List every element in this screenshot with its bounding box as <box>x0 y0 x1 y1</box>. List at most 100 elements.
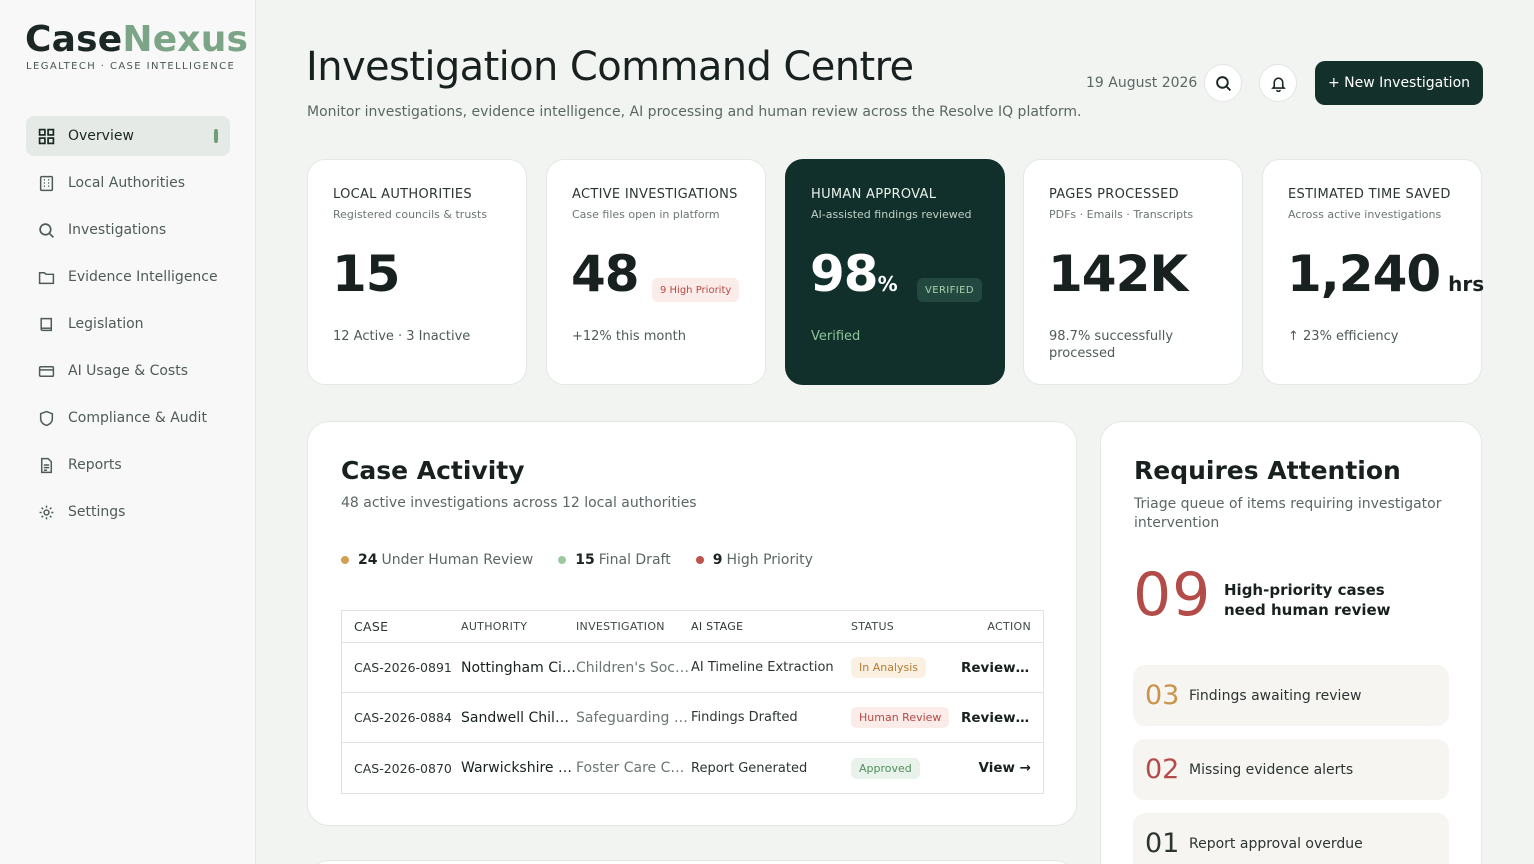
investigation-cell: Foster Care Com… <box>576 760 691 776</box>
case-activity-title: Case Activity <box>341 456 525 485</box>
status-badge: Human Review <box>851 707 950 728</box>
high-priority-count: 09 <box>1133 560 1212 630</box>
authority-cell: Sandwell Childr… <box>461 709 576 726</box>
kpi-value: 98% <box>810 244 898 304</box>
search-button[interactable] <box>1204 64 1242 102</box>
case-activity-subtitle: 48 active investigations across 12 local… <box>341 495 697 511</box>
document-icon <box>38 457 55 474</box>
page-subtitle: Monitor investigations, evidence intelli… <box>307 104 1082 120</box>
sidebar-item-label: Overview <box>68 128 134 144</box>
column-header-case[interactable]: CASE <box>342 619 461 634</box>
shield-icon <box>38 410 55 427</box>
legend-under-human-review[interactable]: 24 Under Human Review <box>341 552 533 568</box>
attention-item-report-overdue[interactable]: 01 Report approval overdue <box>1133 813 1449 864</box>
review-link[interactable]: Review → <box>961 710 1043 726</box>
sidebar-item-ai-usage-costs[interactable]: AI Usage & Costs <box>26 351 230 391</box>
legend-count: 24 <box>358 552 378 568</box>
sidebar-item-label: Investigations <box>68 222 167 238</box>
kpi-card-local-authorities[interactable]: LOCAL AUTHORITIES Registered councils & … <box>307 159 527 385</box>
high-priority-text[interactable]: High-priority cases need human review <box>1224 580 1424 620</box>
sidebar-item-legislation[interactable]: Legislation <box>26 304 230 344</box>
kpi-value-number: 1,240 <box>1287 245 1441 303</box>
kpi-title: ACTIVE INVESTIGATIONS <box>572 187 738 202</box>
case-id: CAS-2026-0870 <box>354 760 452 776</box>
table-header: CASE AUTHORITY INVESTIGATION AI STAGE ST… <box>342 611 1043 643</box>
kpi-card-human-approval[interactable]: HUMAN APPROVAL AI-assisted findings revi… <box>785 159 1005 385</box>
investigation-cell: Safeguarding Re… <box>576 709 691 726</box>
building-icon <box>38 175 55 192</box>
legend-dot <box>695 556 704 564</box>
attention-item-missing-evidence[interactable]: 02 Missing evidence alerts <box>1133 739 1449 800</box>
investigation-cell: Children's Social… <box>576 659 691 676</box>
legend-label: High Priority <box>726 552 813 568</box>
table-row[interactable]: CAS-2026-0891 Nottingham City… Children'… <box>342 643 1043 693</box>
sidebar-item-label: Local Authorities <box>68 175 186 191</box>
search-icon <box>38 222 55 239</box>
sidebar-item-label: Settings <box>68 504 126 520</box>
kpi-value: 1,240 hrs <box>1287 244 1484 304</box>
requires-attention-subtitle: Triage queue of items requiring investig… <box>1134 496 1442 531</box>
kpi-title: HUMAN APPROVAL <box>811 187 937 202</box>
verified-badge: VERIFIED <box>917 278 982 302</box>
sidebar-item-investigations[interactable]: Investigations <box>26 210 230 250</box>
attention-label: Missing evidence alerts <box>1189 761 1354 778</box>
legend-label: Final Draft <box>598 552 671 568</box>
kpi-title: LOCAL AUTHORITIES <box>333 187 472 202</box>
attention-label: Report approval overdue <box>1189 835 1363 852</box>
column-header-authority[interactable]: AUTHORITY <box>461 620 576 633</box>
kpi-title: ESTIMATED TIME SAVED <box>1288 187 1451 202</box>
column-header-status[interactable]: STATUS <box>851 620 961 633</box>
ai-stage-cell: AI Timeline Extraction <box>691 660 834 675</box>
sidebar-item-overview[interactable]: Overview <box>26 116 230 156</box>
sidebar-item-reports[interactable]: Reports <box>26 445 230 485</box>
status-cell: In Analysis <box>851 657 961 678</box>
book-icon <box>38 316 55 333</box>
sidebar-item-compliance-audit[interactable]: Compliance & Audit <box>26 398 230 438</box>
sidebar-item-evidence-intelligence[interactable]: Evidence Intelligence <box>26 257 230 297</box>
table-row[interactable]: CAS-2026-0884 Sandwell Childr… Safeguard… <box>342 693 1043 743</box>
folder-icon <box>38 269 55 286</box>
kpi-value: 15 <box>332 245 401 303</box>
view-link[interactable]: View → <box>961 760 1043 776</box>
kpi-card-time-saved[interactable]: ESTIMATED TIME SAVED Across active inves… <box>1262 159 1484 385</box>
table-row[interactable]: CAS-2026-0870 Warwickshire C… Foster Car… <box>342 743 1043 793</box>
attention-count: 03 <box>1145 680 1180 711</box>
kpi-footnote: ↑ 23% efficiency <box>1288 329 1399 344</box>
bell-icon <box>1270 76 1286 92</box>
column-header-ai-stage[interactable]: AI STAGE <box>691 620 851 633</box>
ai-stage-cell: Findings Drafted <box>691 710 798 725</box>
page-title: Investigation Command Centre <box>306 44 914 90</box>
legend-count: 15 <box>575 552 595 568</box>
sidebar-item-local-authorities[interactable]: Local Authorities <box>26 163 230 203</box>
brand-name-part1: Case <box>25 19 123 60</box>
sidebar-item-label: Legislation <box>68 316 144 332</box>
legend-final-draft[interactable]: 15 Final Draft <box>558 552 671 568</box>
kpi-subtitle: Registered councils & trusts <box>333 208 488 221</box>
kpi-card-active-investigations[interactable]: ACTIVE INVESTIGATIONS Case files open in… <box>546 159 766 385</box>
column-header-investigation[interactable]: INVESTIGATION <box>576 620 691 633</box>
sidebar-item-label: AI Usage & Costs <box>68 363 189 379</box>
requires-attention-panel: Requires Attention Triage queue of items… <box>1100 421 1482 864</box>
sidebar-item-settings[interactable]: Settings <box>26 492 230 532</box>
attention-item-findings[interactable]: 03 Findings awaiting review <box>1133 665 1449 726</box>
new-investigation-button[interactable]: + New Investigation <box>1315 61 1483 105</box>
kpi-value-unit: hrs <box>1448 272 1485 296</box>
case-id: CAS-2026-0884 <box>354 710 452 725</box>
current-date: 19 August 2026 <box>1086 75 1198 91</box>
attention-count: 02 <box>1145 754 1180 785</box>
brand-tagline: LEGALTECH · CASE INTELLIGENCE <box>26 61 236 72</box>
kpi-card-pages-processed[interactable]: PAGES PROCESSED PDFs · Emails · Transcri… <box>1023 159 1243 385</box>
legend-dot <box>558 556 567 564</box>
status-cell: Human Review <box>851 707 961 728</box>
kpi-subtitle: Case files open in platform <box>572 208 720 221</box>
review-link[interactable]: Review → <box>961 660 1043 676</box>
legend-dot <box>341 556 349 564</box>
legend-high-priority[interactable]: 9 High Priority <box>695 552 813 568</box>
kpi-footnote: 98.7% successfully processed <box>1049 329 1174 361</box>
kpi-value-unit: % <box>877 272 898 296</box>
notifications-button[interactable] <box>1259 64 1297 102</box>
brand-logo[interactable]: CaseNexus <box>25 22 248 58</box>
attention-label: Findings awaiting review <box>1189 687 1362 704</box>
sidebar: CaseNexus LEGALTECH · CASE INTELLIGENCE … <box>0 0 256 864</box>
kpi-footnote: 12 Active · 3 Inactive <box>333 329 471 344</box>
